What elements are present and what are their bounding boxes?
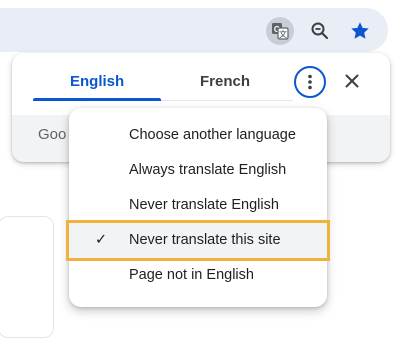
svg-text:文: 文 [279,29,287,39]
selected-tab-indicator [33,98,161,101]
menu-item-label: Never translate this site [129,232,281,248]
menu-item-never-translate-language[interactable]: Never translate English [69,188,327,223]
more-vert-icon [308,74,312,90]
bookmark-star-icon[interactable] [346,17,374,45]
translate-icon[interactable]: G 文 [266,17,294,45]
menu-item-choose-language[interactable]: Choose another language [69,118,327,153]
menu-item-never-translate-site[interactable]: ✓ Never translate this site [66,220,330,261]
more-options-button[interactable] [294,66,326,98]
translate-options-menu: Choose another language Always translate… [66,108,330,307]
menu-item-label: Choose another language [129,127,296,143]
page-content-card [0,216,54,338]
zoom-icon[interactable] [306,17,334,45]
close-icon [345,74,359,88]
close-button[interactable] [339,68,365,94]
google-translate-branding: Goo [38,126,67,143]
checkmark-icon: ✓ [95,232,108,248]
tab-english[interactable]: English [70,73,124,90]
tab-french[interactable]: French [200,73,250,90]
menu-item-always-translate[interactable]: Always translate English [69,153,327,188]
menu-item-page-not-in-language[interactable]: Page not in English [69,258,327,293]
menu-item-label: Never translate English [129,197,279,213]
menu-item-label: Always translate English [129,162,287,178]
menu-item-label: Page not in English [129,267,254,283]
